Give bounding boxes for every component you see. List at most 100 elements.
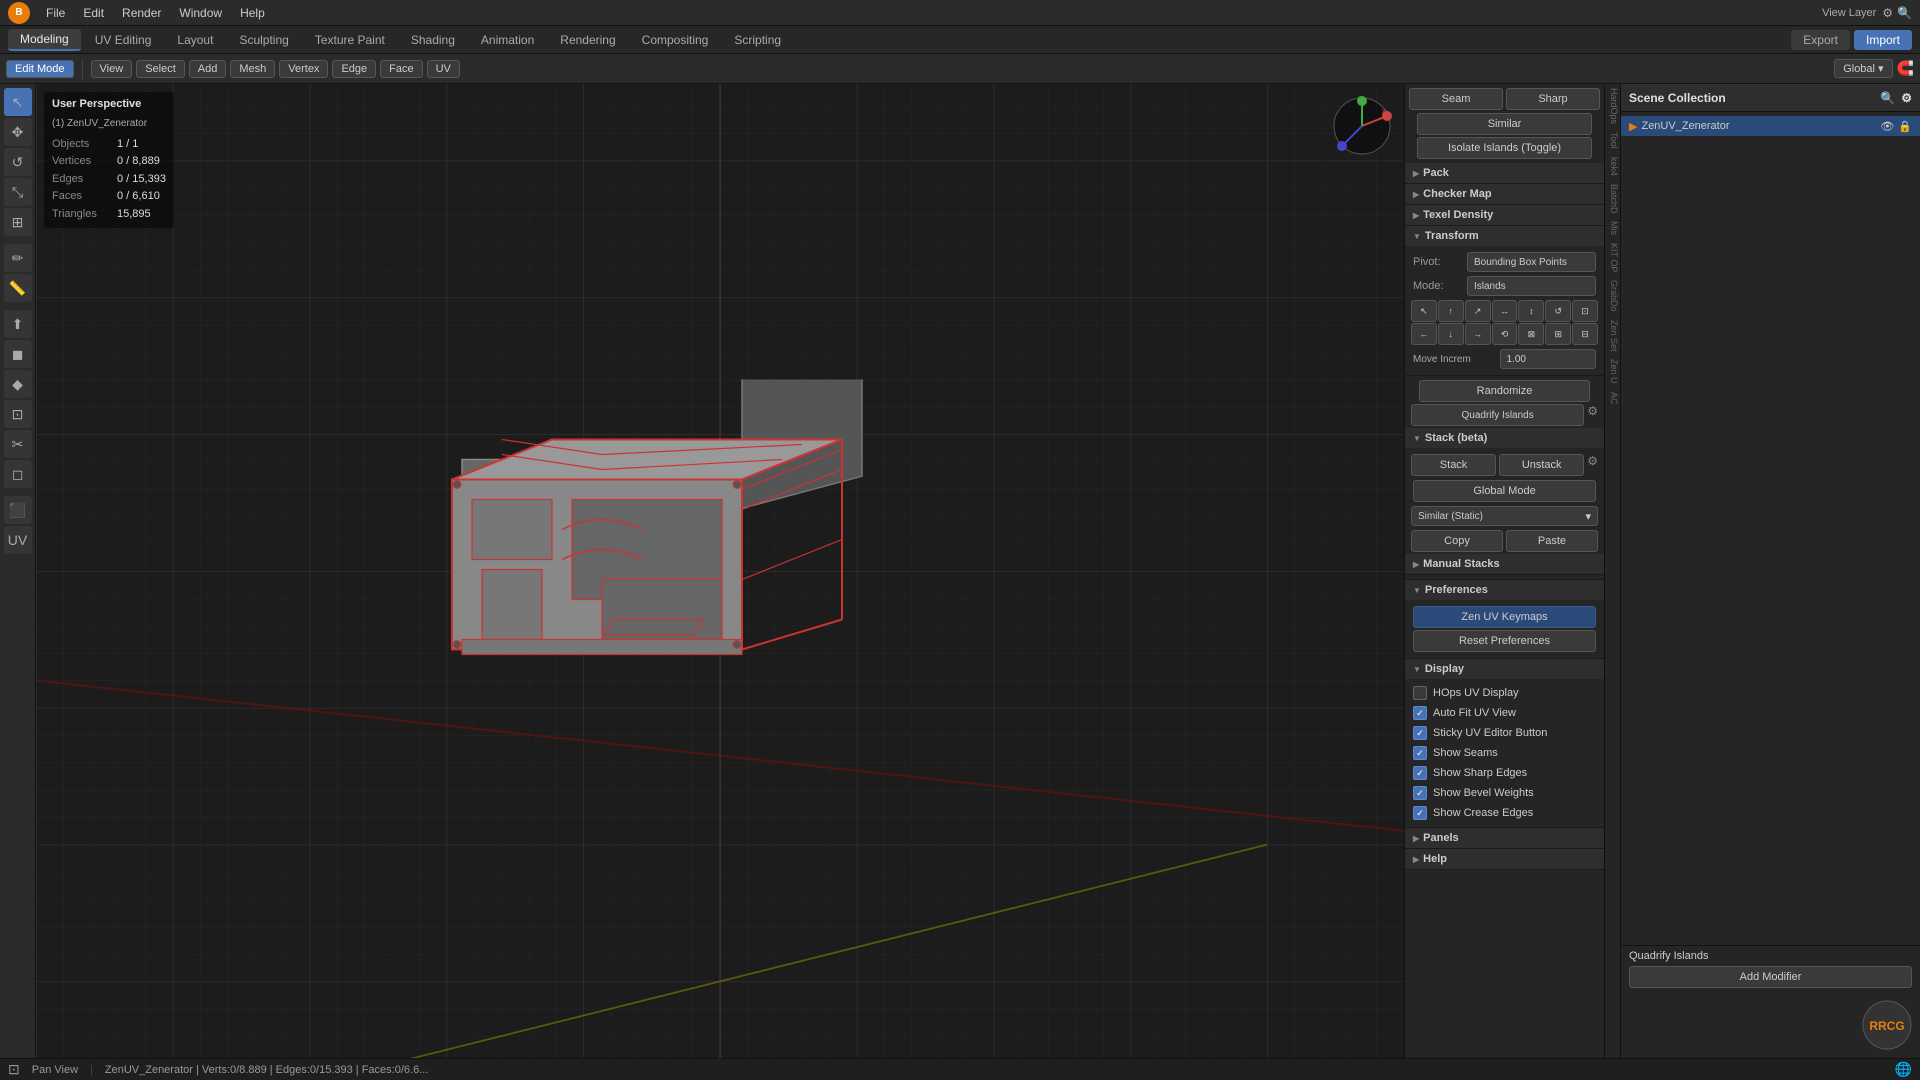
preferences-header[interactable]: ▼ Preferences [1405,580,1604,600]
add-modifier-btn[interactable]: Add Modifier [1629,966,1912,988]
menu-window[interactable]: Window [171,4,230,22]
manual-stacks-header[interactable]: ▶ Manual Stacks [1405,554,1604,574]
sharp-btn[interactable]: Sharp [1506,88,1600,110]
edge-btn[interactable]: Edge [332,60,376,78]
tab-uv-editing[interactable]: UV Editing [83,30,164,50]
transform-btn-7[interactable]: ⊡ [1572,300,1598,322]
tool-cursor[interactable]: ↖ [4,88,32,116]
reset-preferences-btn[interactable]: Reset Preferences [1413,630,1596,652]
select-btn[interactable]: Select [136,60,185,78]
menu-help[interactable]: Help [232,4,273,22]
hops-uv-display-checkbox[interactable] [1413,686,1427,700]
show-crease-edges-checkbox[interactable] [1413,806,1427,820]
tool-measure[interactable]: 📏 [4,274,32,302]
zen-uv-keymaps-btn[interactable]: Zen UV Keymaps [1413,606,1596,628]
menu-file[interactable]: File [38,4,73,22]
transform-btn-9[interactable]: ↓ [1438,323,1464,345]
copy-btn[interactable]: Copy [1411,530,1503,552]
checker-header[interactable]: ▶ Checker Map [1405,184,1604,204]
pack-header[interactable]: ▶ Pack [1405,163,1604,183]
similar-btn[interactable]: Similar [1417,113,1592,135]
hardops-label[interactable]: HardOps [1605,84,1620,128]
tool-bevel[interactable]: ◆ [4,370,32,398]
tab-texture-paint[interactable]: Texture Paint [303,30,397,50]
zen-u-label[interactable]: Zen U [1605,355,1620,388]
tool-inset[interactable]: ◼ [4,340,32,368]
scene-filter-icon[interactable]: ⚙ [1901,91,1912,105]
seam-btn[interactable]: Seam [1409,88,1503,110]
transform-btn-14[interactable]: ⊟ [1572,323,1598,345]
snap-icon[interactable]: 🧲 [1897,60,1914,77]
tool-uv[interactable]: UV [4,526,32,554]
view-btn[interactable]: View [91,60,133,78]
display-header[interactable]: ▼ Display [1405,659,1604,679]
tab-shading[interactable]: Shading [399,30,467,50]
add-btn[interactable]: Add [189,60,227,78]
transform-space[interactable]: Global ▾ [1834,59,1892,78]
pivot-input[interactable]: Bounding Box Points [1467,252,1596,272]
tab-export[interactable]: Export [1791,30,1850,50]
tab-animation[interactable]: Animation [469,30,546,50]
transform-btn-12[interactable]: ⊠ [1518,323,1544,345]
sticky-uv-editor-checkbox[interactable] [1413,726,1427,740]
tab-import[interactable]: Import [1854,30,1912,50]
ac-label[interactable]: AC [1605,388,1620,409]
grabdo-label[interactable]: GrabDo [1605,276,1620,316]
vertex-btn[interactable]: Vertex [279,60,328,78]
global-mode-btn[interactable]: Global Mode [1413,480,1596,502]
similar-static-input[interactable]: Similar (Static) ▾ [1411,506,1598,526]
show-seams-checkbox[interactable] [1413,746,1427,760]
randomize-btn[interactable]: Randomize [1419,380,1590,402]
mode-input[interactable]: Islands [1467,276,1596,296]
transform-btn-13[interactable]: ⊞ [1545,323,1571,345]
zen-set-label[interactable]: Zen Set [1605,316,1620,356]
tool-side-label[interactable]: Tool [1605,128,1620,153]
paste-btn[interactable]: Paste [1506,530,1598,552]
quadrify-gear-icon[interactable]: ⚙ [1587,404,1598,426]
mesh-btn[interactable]: Mesh [230,60,275,78]
tab-scripting[interactable]: Scripting [722,30,793,50]
scene-object-visible-icon[interactable]: 🔒 [1898,120,1912,133]
stack-header[interactable]: ▼ Stack (beta) [1405,428,1604,448]
stack-btn[interactable]: Stack [1411,454,1496,476]
tab-rendering[interactable]: Rendering [548,30,627,50]
face-btn[interactable]: Face [380,60,422,78]
move-increm-input[interactable]: 1.00 [1500,349,1597,369]
tab-compositing[interactable]: Compositing [630,30,721,50]
menu-render[interactable]: Render [114,4,169,22]
quadrify-btn[interactable]: Quadrify Islands [1411,404,1584,426]
transform-btn-8[interactable]: ← [1411,323,1437,345]
auto-fit-uv-checkbox[interactable] [1413,706,1427,720]
unstack-btn[interactable]: Unstack [1499,454,1584,476]
tab-sculpting[interactable]: Sculpting [227,30,300,50]
scene-search-icon[interactable]: 🔍 [1880,91,1895,105]
scene-object-item[interactable]: ▶ ZenUV_Zenerator 👁 🔒 [1621,116,1920,136]
tool-scale[interactable]: ⤡ [4,178,32,206]
tool-move[interactable]: ✥ [4,118,32,146]
tool-knife[interactable]: ✂ [4,430,32,458]
tool-annotate[interactable]: ✏ [4,244,32,272]
tab-layout[interactable]: Layout [165,30,225,50]
menu-edit[interactable]: Edit [75,4,112,22]
texel-header[interactable]: ▶ Texel Density [1405,205,1604,225]
transform-btn-11[interactable]: ⟲ [1492,323,1518,345]
kit-op-label[interactable]: KIT OP [1605,239,1620,276]
kek4-label[interactable]: kek4 [1605,153,1620,180]
tool-box-select[interactable]: ⬛ [4,496,32,524]
tool-rotate[interactable]: ↺ [4,148,32,176]
isolate-toggle-btn[interactable]: Isolate Islands (Toggle) [1417,137,1592,159]
mode-selector[interactable]: Edit Mode [6,60,74,78]
tool-polyquilt[interactable]: ◻ [4,460,32,488]
panels-header[interactable]: ▶ Panels [1405,828,1604,848]
tab-modeling[interactable]: Modeling [8,29,81,51]
help-header[interactable]: ▶ Help [1405,849,1604,869]
transform-btn-10[interactable]: → [1465,323,1491,345]
transform-btn-3[interactable]: ↗ [1465,300,1491,322]
tool-transform[interactable]: ⊞ [4,208,32,236]
transform-btn-4[interactable]: ↔ [1492,300,1518,322]
orientation-widget[interactable]: X Y Z [1332,96,1392,156]
viewport-area[interactable]: User Perspective (1) ZenUV_Zenerator Obj… [36,84,1404,1058]
uv-btn[interactable]: UV [427,60,460,78]
tool-loop-cut[interactable]: ⊡ [4,400,32,428]
stack-gear-icon[interactable]: ⚙ [1587,454,1598,476]
